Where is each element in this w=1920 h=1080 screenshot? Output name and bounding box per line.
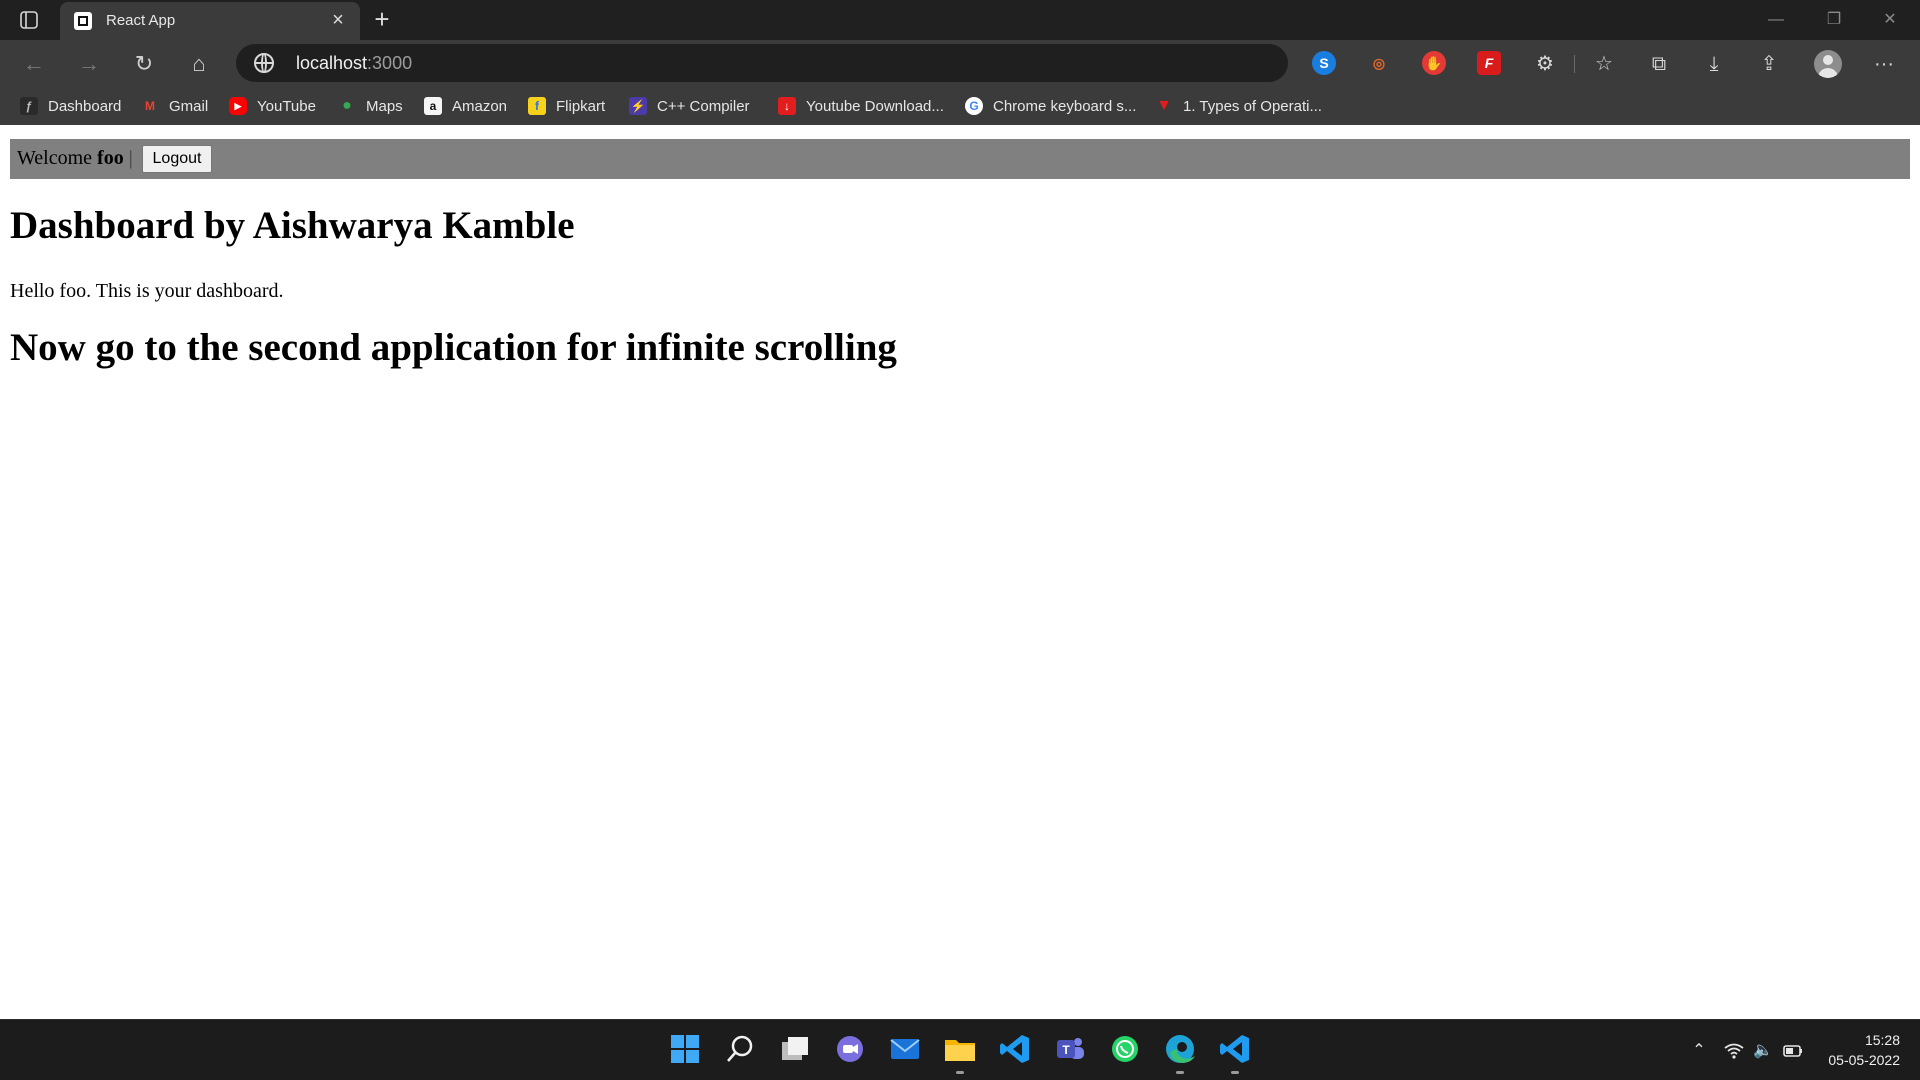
flipkart-icon: f: [528, 97, 546, 115]
whatsapp-icon[interactable]: [1107, 1031, 1143, 1067]
bookmark-label: Chrome keyboard s...: [993, 97, 1137, 115]
system-clock[interactable]: 15:28 05-05-2022: [1828, 1030, 1900, 1070]
running-indicator: [1176, 1071, 1184, 1074]
bookmark-youtube[interactable]: ▶ YouTube: [229, 94, 316, 118]
toolbar-divider: [1574, 55, 1575, 73]
file-explorer-icon[interactable]: [942, 1031, 978, 1074]
url-port: :3000: [367, 53, 413, 73]
welcome-separator: |: [128, 147, 133, 169]
react-app-favicon-icon: [74, 12, 92, 30]
teams-icon[interactable]: T: [1052, 1031, 1088, 1067]
vscode-icon[interactable]: [997, 1031, 1033, 1067]
clock-time: 15:28: [1864, 1032, 1900, 1048]
close-tab-icon[interactable]: ×: [326, 8, 350, 32]
welcome-prefix: Welcome: [17, 147, 93, 169]
bookmark-maps[interactable]: ● Maps: [338, 94, 403, 118]
welcome-bar: Welcome foo | Logout: [10, 139, 1910, 179]
tab-title: React App: [106, 12, 176, 29]
restore-icon[interactable]: ❐: [1820, 6, 1848, 34]
welcome-text: Welcome foo |: [17, 147, 133, 170]
running-indicator: [956, 1071, 964, 1074]
google-icon: G: [965, 97, 983, 115]
minimize-icon[interactable]: —: [1762, 6, 1790, 34]
bookmark-gmail[interactable]: M Gmail: [141, 94, 208, 118]
logout-button[interactable]: Logout: [142, 145, 212, 173]
search-icon[interactable]: [722, 1031, 758, 1067]
profile-avatar[interactable]: [1814, 50, 1842, 78]
compiler-icon: ⚡: [629, 97, 647, 115]
dashboard-icon: ƒ: [20, 97, 38, 115]
mail-icon[interactable]: [887, 1031, 923, 1067]
favorites-icon[interactable]: ☆: [1590, 50, 1618, 78]
bookmark-label: Youtube Download...: [806, 97, 944, 115]
close-window-icon[interactable]: ✕: [1876, 6, 1904, 34]
amazon-icon: a: [424, 97, 442, 115]
page-content: Welcome foo | Logout Dashboard by Aishwar…: [0, 127, 1920, 1019]
chat-icon[interactable]: [832, 1031, 868, 1067]
share-icon[interactable]: ⇪: [1755, 50, 1783, 78]
bookmark-amazon[interactable]: a Amazon: [424, 94, 507, 118]
chevron-up-icon[interactable]: ⌃: [1688, 1040, 1710, 1062]
bookmark-label: Dashboard: [48, 97, 122, 115]
vscode-running-icon[interactable]: [1217, 1031, 1253, 1074]
bookmark-youtube-download[interactable]: ↓ Youtube Download...: [778, 94, 944, 118]
bookmarks-bar: ƒ Dashboard M Gmail ▶ YouTube ● Maps a A…: [0, 87, 1920, 125]
volume-icon[interactable]: 🔈: [1752, 1040, 1774, 1062]
task-view-icon[interactable]: [777, 1031, 813, 1067]
bookmark-label: Amazon: [452, 97, 508, 115]
bookmark-cpp-compiler[interactable]: ⚡ C++ Compiler: [629, 94, 750, 118]
bookmark-label: YouTube: [257, 97, 316, 115]
bookmark-chrome-keyboard[interactable]: G Chrome keyboard s...: [965, 94, 1136, 118]
forward-icon[interactable]: →: [73, 48, 105, 80]
bookmark-label: Flipkart: [556, 97, 606, 115]
tab-actions-icon[interactable]: [18, 9, 40, 31]
downloads-icon[interactable]: ⤓: [1700, 50, 1728, 78]
address-bar[interactable]: localhost:3000: [236, 44, 1288, 82]
browser-toolbar: ← → ↻ ⌂ localhost:3000 S ◎ ✋ F ⚙ ☆ ⧉ ⤓ ⇪…: [0, 40, 1920, 87]
globe-icon: [254, 53, 274, 73]
bookmark-label: Maps: [366, 97, 403, 115]
tab-react-app[interactable]: React App ×: [60, 2, 360, 40]
youtube-icon: ▶: [229, 97, 247, 115]
start-icon[interactable]: [667, 1031, 703, 1067]
running-indicator: [1231, 1071, 1239, 1074]
refresh-icon[interactable]: ↻: [128, 48, 160, 80]
collections-icon[interactable]: ⧉: [1645, 50, 1673, 78]
maps-icon: ●: [342, 97, 352, 114]
target-extension-icon[interactable]: ◎: [1367, 51, 1391, 75]
tab-bar: React App × + — ❐ ✕: [0, 0, 1920, 40]
bookmark-types-of-operation[interactable]: ▼ 1. Types of Operati...: [1155, 94, 1322, 118]
extensions-icon[interactable]: ⚙: [1531, 50, 1559, 78]
wifi-icon[interactable]: [1723, 1040, 1745, 1062]
bookmark-dashboard[interactable]: ƒ Dashboard: [20, 94, 121, 118]
gmail-icon: M: [145, 99, 155, 113]
username: foo: [97, 147, 124, 169]
back-icon[interactable]: ←: [18, 48, 50, 80]
battery-icon[interactable]: [1782, 1040, 1804, 1062]
svg-text:T: T: [1062, 1043, 1070, 1057]
adblock-extension-icon[interactable]: ✋: [1422, 51, 1446, 75]
clock-date: 05-05-2022: [1828, 1052, 1900, 1068]
bookmark-label: C++ Compiler: [657, 97, 750, 115]
page-title: Dashboard by Aishwarya Kamble: [10, 204, 575, 247]
page-subheading: Now go to the second application for inf…: [10, 326, 897, 369]
taskbar: T ⌃ 🔈 15:28 05-05-2022: [0, 1019, 1920, 1080]
new-tab-icon[interactable]: +: [368, 5, 396, 33]
download-icon: ↓: [778, 97, 796, 115]
home-icon[interactable]: ⌂: [183, 48, 215, 80]
edge-icon[interactable]: [1162, 1031, 1198, 1074]
shazam-extension-icon[interactable]: S: [1312, 51, 1336, 75]
bookmark-flipkart[interactable]: f Flipkart: [528, 94, 605, 118]
flash-extension-icon[interactable]: F: [1477, 51, 1501, 75]
url-host: localhost: [296, 53, 368, 73]
bookmark-icon: ▼: [1156, 97, 1172, 114]
bookmark-label: 1. Types of Operati...: [1183, 97, 1322, 115]
bookmark-label: Gmail: [169, 97, 209, 115]
url-text[interactable]: localhost:3000: [296, 53, 412, 74]
greeting-text: Hello foo. This is your dashboard.: [10, 280, 284, 302]
more-options-icon[interactable]: ···: [1870, 50, 1898, 78]
